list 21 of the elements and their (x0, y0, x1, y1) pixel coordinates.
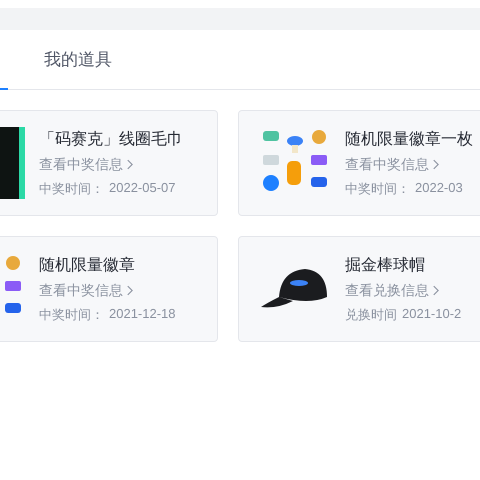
prize-title: 「码赛克」线圈毛巾 (39, 128, 183, 150)
info-link[interactable]: 查看中奖信息 (345, 156, 439, 174)
time-label: 中奖时间： (39, 180, 104, 198)
date-text: 2021-10-2 (402, 306, 462, 322)
prize-title: 随机限量徽章一枚 (345, 128, 473, 150)
chevron-right-icon (126, 159, 133, 170)
tab[interactable]: 我的道具 (44, 30, 112, 90)
info-link[interactable]: 查看兑换信息 (345, 282, 439, 300)
prize-title: 随机限量徽章 (39, 254, 136, 276)
info-link[interactable]: 查看中奖信息 (39, 156, 133, 174)
info-link[interactable]: 查看中奖信息 (39, 282, 133, 300)
time-label: 兑换时间 (345, 306, 397, 324)
date-text: 2022-05-07 (109, 180, 176, 196)
chevron-right-icon (432, 159, 439, 170)
chevron-right-icon (126, 285, 133, 296)
chevron-right-icon (432, 285, 439, 296)
date-text: 2021-12-18 (109, 306, 176, 322)
time-label: 中奖时间： (39, 306, 104, 324)
prize-title: 掘金棒球帽 (345, 254, 426, 276)
date-text: 2022-03 (415, 180, 463, 196)
time-label: 中奖时间： (345, 180, 410, 198)
